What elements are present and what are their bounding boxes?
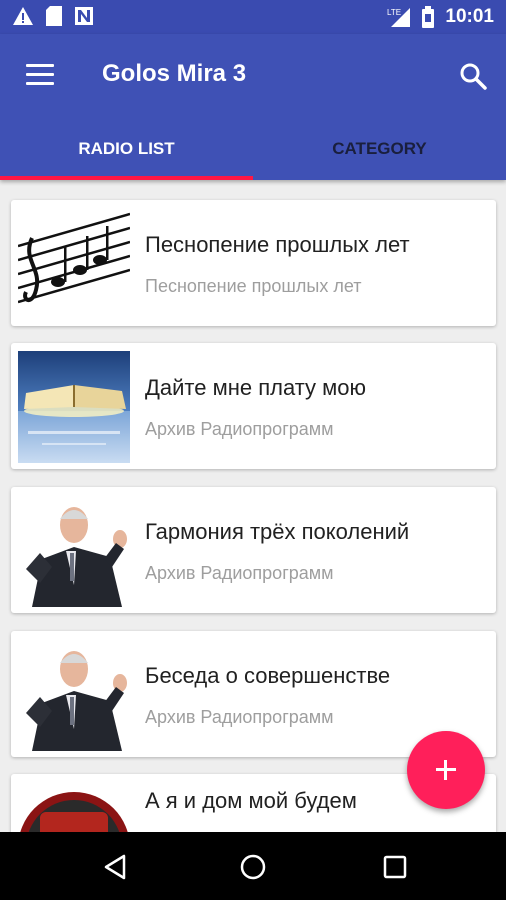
red-disc-thumbnail [18,782,130,832]
app-title: Golos Mira 3 [102,60,247,87]
speaker-man-thumbnail [18,495,130,607]
status-bar: LTE 10:01 [0,0,506,34]
search-icon[interactable] [458,61,488,91]
add-fab-button[interactable] [407,731,485,809]
battery-icon [422,6,435,28]
item-subtitle: Архив Радиопрограмм [145,563,334,583]
music-notes-thumbnail [18,208,130,320]
list-item[interactable]: Дайте мне плату мою Архив Радиопрограмм [11,343,496,469]
status-system: LTE 10:01 [387,6,494,28]
open-bible-thumbnail [18,351,130,463]
plus-icon-vertical [444,760,447,780]
item-title: Дайте мне плату мою [145,375,367,400]
navigation-bar [0,832,506,900]
item-title: Беседа о совершенстве [145,663,391,688]
item-subtitle: Песнопение прошлых лет [145,276,362,296]
hamburger-menu-icon[interactable] [26,64,54,86]
item-subtitle: Архив Радиопрограмм [145,707,334,727]
tab-bar: RADIO LIST CATEGORY [0,124,506,180]
n-notification-icon [75,7,93,25]
clock: 10:01 [445,6,494,27]
list-item[interactable]: Гармония трёх поколений Архив Радиопрогр… [11,487,496,613]
sd-card-icon [46,6,62,26]
signal-icon: LTE [387,8,411,27]
network-type: LTE [387,8,401,17]
item-title: Гармония трёх поколений [145,519,410,544]
home-icon[interactable] [238,852,268,882]
warning-icon [13,7,33,25]
status-notifications [12,6,94,26]
recents-icon[interactable] [380,852,410,882]
item-subtitle: Архив Радиопрограмм [145,419,334,439]
back-icon[interactable] [100,852,130,882]
item-title: А я и дом мой будем [145,788,357,813]
tab-category[interactable]: CATEGORY [253,124,506,180]
tab-radio-list[interactable]: RADIO LIST [0,124,253,180]
list-item[interactable]: Песнопение прошлых лет Песнопение прошлы… [11,200,496,326]
app-bar: Golos Mira 3 RADIO LIST CATEGORY [0,34,506,180]
item-title: Песнопение прошлых лет [145,232,410,257]
speaker-man-thumbnail [18,639,130,751]
